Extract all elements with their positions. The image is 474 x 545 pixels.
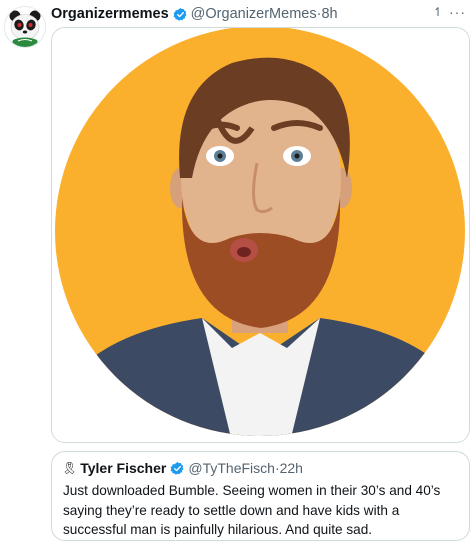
verified-badge-icon	[170, 461, 184, 475]
author-handle[interactable]: @OrganizerMemes	[191, 6, 317, 22]
quoted-author-name[interactable]: Tyler Fischer	[80, 460, 166, 476]
media-card[interactable]	[51, 27, 470, 443]
tweet-time[interactable]: 8h	[321, 6, 337, 22]
quoted-tweet-text: Just downloaded Bumble. Seeing women in …	[63, 483, 441, 537]
quoted-tweet-card[interactable]: 🎗 Tyler Fischer @TyTheFisch · 22h Just d…	[51, 451, 470, 541]
author-name[interactable]: Organizermemes	[51, 6, 169, 22]
quoted-tweet-time[interactable]: 22h	[280, 460, 303, 476]
quoted-author-handle[interactable]: @TyTheFisch	[188, 460, 275, 476]
grok-icon[interactable]: ↿	[433, 5, 443, 19]
verified-badge-icon	[173, 7, 187, 21]
tweet-header: Organizermemes @OrganizerMemes · 8h ↿ ··…	[51, 4, 466, 24]
more-options-icon[interactable]: ···	[449, 4, 466, 20]
author-avatar[interactable]	[4, 6, 46, 48]
panda-avatar-icon	[5, 7, 45, 47]
ribbon-emoji-icon: 🎗	[62, 461, 78, 475]
quoted-tweet-header: 🎗 Tyler Fischer @TyTheFisch · 22h	[62, 460, 303, 476]
bearded-man-photo	[52, 28, 469, 442]
